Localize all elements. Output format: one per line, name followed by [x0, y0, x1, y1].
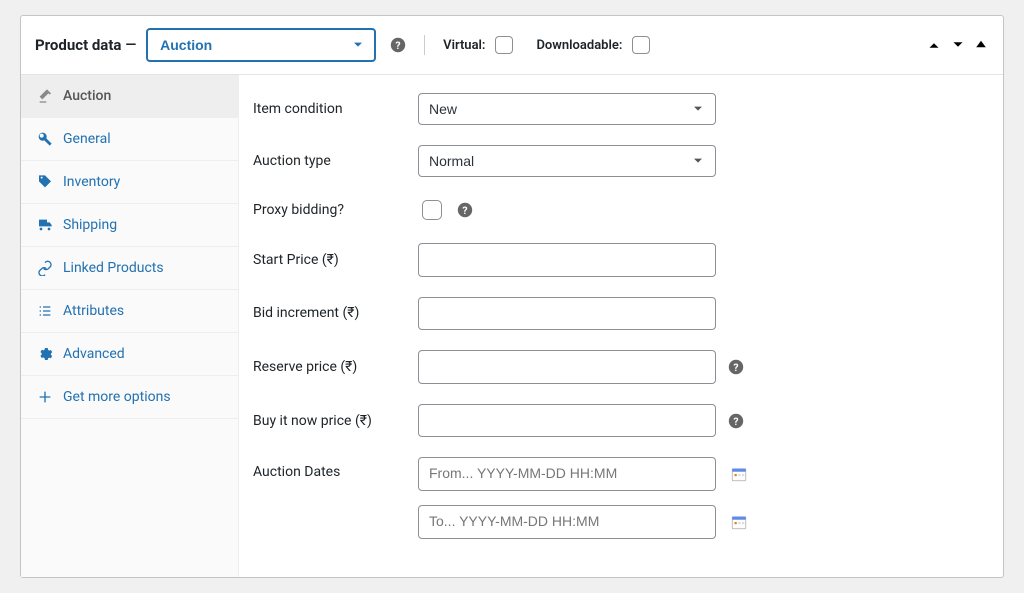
proxy-bidding-checkbox[interactable] — [422, 200, 442, 220]
bid-increment-label: Bid increment (₹) — [253, 305, 418, 321]
sidebar-tabs: Auction General Inventory Shipping Linke… — [21, 75, 239, 577]
tab-auction[interactable]: Auction — [21, 75, 238, 118]
move-down-icon[interactable] — [949, 36, 967, 54]
tab-linked-products[interactable]: Linked Products — [21, 247, 238, 290]
tab-advanced[interactable]: Advanced — [21, 333, 238, 376]
auction-dates-label: Auction Dates — [253, 457, 418, 480]
item-condition-label: Item condition — [253, 101, 418, 117]
link-icon — [37, 260, 53, 276]
panel-title: Product data — [35, 36, 121, 54]
downloadable-checkbox[interactable] — [632, 36, 650, 54]
buy-it-now-input[interactable] — [418, 404, 716, 438]
tab-inventory[interactable]: Inventory — [21, 161, 238, 204]
divider — [424, 35, 425, 55]
start-price-label: Start Price (₹) — [253, 252, 418, 268]
panel-body: Auction General Inventory Shipping Linke… — [21, 75, 1003, 577]
panel-header: Product data — Auction Virtual: Download… — [21, 16, 1003, 75]
product-data-panel: Product data — Auction Virtual: Download… — [20, 15, 1004, 578]
help-icon[interactable] — [728, 413, 744, 429]
item-condition-select[interactable]: New — [418, 93, 716, 125]
tab-content: Item condition New Auction type Normal — [239, 75, 1003, 577]
move-up-icon[interactable] — [925, 36, 943, 54]
calendar-icon[interactable] — [730, 465, 748, 483]
wrench-icon — [37, 131, 53, 147]
plus-icon — [37, 389, 53, 405]
auction-type-label: Auction type — [253, 153, 418, 169]
reserve-price-input[interactable] — [418, 350, 716, 384]
list-icon — [37, 303, 53, 319]
truck-icon — [37, 217, 53, 233]
tag-icon — [37, 174, 53, 190]
gear-icon — [37, 346, 53, 362]
proxy-bidding-label: Proxy bidding? — [253, 202, 418, 218]
start-price-input[interactable] — [418, 243, 716, 277]
product-type-select[interactable]: Auction — [146, 28, 376, 62]
tab-attributes[interactable]: Attributes — [21, 290, 238, 333]
calendar-icon[interactable] — [730, 513, 748, 531]
tab-general[interactable]: General — [21, 118, 238, 161]
toggle-panel-icon[interactable] — [973, 36, 989, 52]
tab-get-more-options[interactable]: Get more options — [21, 376, 238, 419]
auction-date-to-input[interactable] — [418, 505, 716, 539]
auction-type-select[interactable]: Normal — [418, 145, 716, 177]
help-icon[interactable] — [457, 202, 473, 218]
buy-it-now-label: Buy it now price (₹) — [253, 413, 418, 429]
reserve-price-label: Reserve price (₹) — [253, 359, 418, 375]
virtual-label: Virtual: — [443, 38, 485, 53]
bid-increment-input[interactable] — [418, 297, 716, 331]
help-icon[interactable] — [728, 359, 744, 375]
help-icon[interactable] — [390, 37, 406, 53]
tab-shipping[interactable]: Shipping — [21, 204, 238, 247]
downloadable-label: Downloadable: — [536, 38, 622, 53]
gavel-icon — [37, 88, 53, 104]
auction-date-from-input[interactable] — [418, 457, 716, 491]
virtual-checkbox[interactable] — [495, 36, 513, 54]
